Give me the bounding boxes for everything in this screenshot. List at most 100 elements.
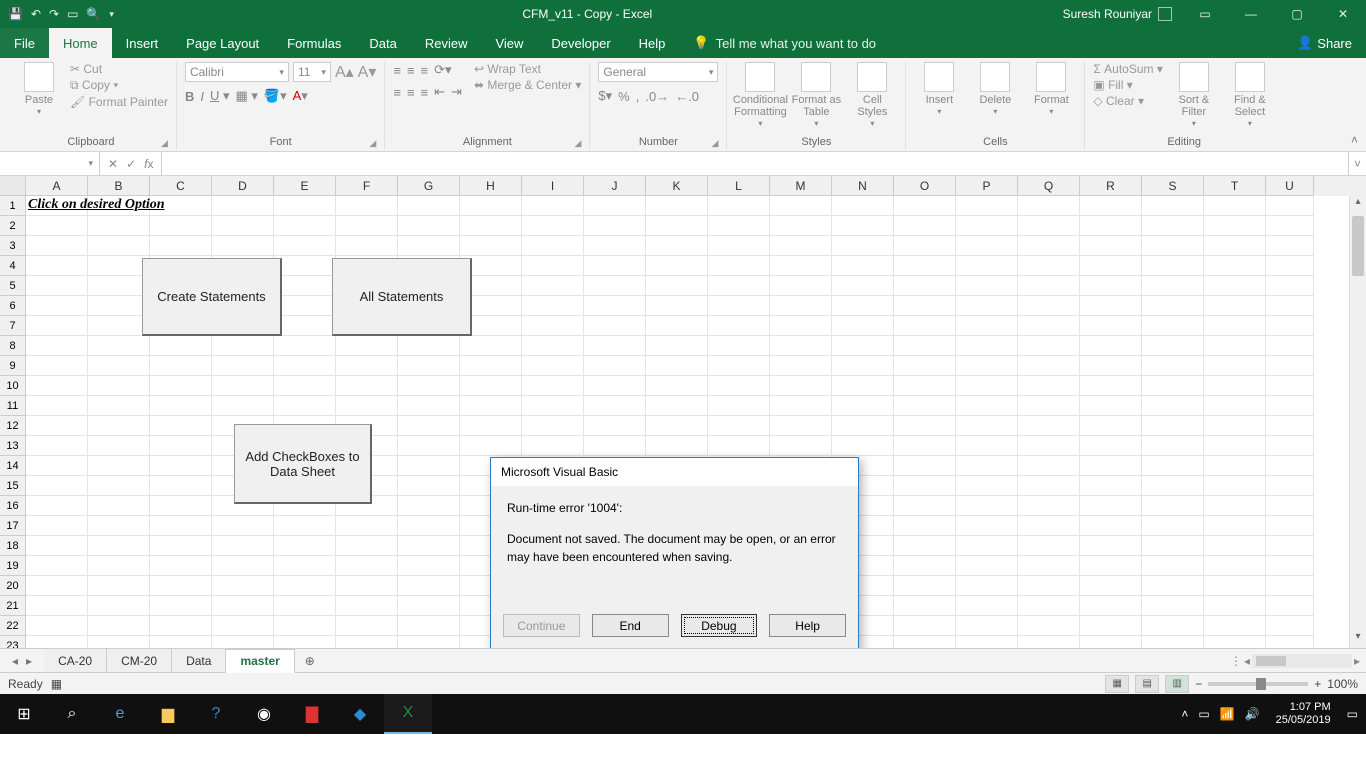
conditional-formatting-button[interactable]: Conditional Formatting▾	[735, 62, 785, 129]
tab-developer[interactable]: Developer	[537, 28, 624, 58]
create-statements-button[interactable]: Create Statements	[142, 258, 282, 336]
edge-icon[interactable]: e	[96, 694, 144, 734]
col-header-R[interactable]: R	[1080, 176, 1142, 196]
row-header-7[interactable]: 7	[0, 316, 26, 336]
col-header-B[interactable]: B	[88, 176, 150, 196]
tab-data[interactable]: Data	[355, 28, 410, 58]
align-right-icon[interactable]: ≡	[421, 85, 429, 100]
font-name-combo[interactable]: Calibri▾	[185, 62, 289, 82]
help-app-icon[interactable]: ?	[192, 694, 240, 734]
currency-icon[interactable]: $▾	[598, 88, 612, 104]
taskbar-clock[interactable]: 1:07 PM 25/05/2019	[1270, 701, 1337, 727]
vertical-scrollbar[interactable]: ▴ ▾	[1349, 196, 1366, 648]
italic-button[interactable]: I	[200, 89, 204, 104]
col-header-A[interactable]: A	[26, 176, 88, 196]
qat-dropdown-icon[interactable]: ▾	[109, 9, 114, 20]
find-select-button[interactable]: Find & Select▾	[1225, 62, 1275, 129]
col-header-G[interactable]: G	[398, 176, 460, 196]
new-sheet-button[interactable]: ⊕	[295, 649, 325, 672]
row-header-14[interactable]: 14	[0, 456, 26, 476]
increase-decimal-icon[interactable]: .0→	[645, 89, 669, 104]
clear-button[interactable]: ◇ Clear ▾	[1093, 94, 1162, 108]
name-box[interactable]: ▾	[0, 152, 100, 175]
scroll-up-icon[interactable]: ▴	[1350, 196, 1366, 213]
row-header-3[interactable]: 3	[0, 236, 26, 256]
col-header-D[interactable]: D	[212, 176, 274, 196]
tab-page-layout[interactable]: Page Layout	[172, 28, 273, 58]
font-color-button[interactable]: A▾	[293, 88, 308, 104]
row-header-19[interactable]: 19	[0, 556, 26, 576]
prev-sheet-icon[interactable]: ◂	[12, 654, 18, 668]
decrease-decimal-icon[interactable]: ←.0	[675, 89, 699, 104]
scroll-thumb[interactable]	[1352, 216, 1364, 276]
dialog-launcher-icon[interactable]: ◢	[369, 138, 376, 149]
sheet-tab-ca20[interactable]: CA-20	[44, 649, 107, 672]
wifi-icon[interactable]: 📶	[1220, 707, 1235, 721]
col-header-S[interactable]: S	[1142, 176, 1204, 196]
action-center-icon[interactable]: ▭	[1347, 707, 1358, 721]
row-header-23[interactable]: 23	[0, 636, 26, 648]
borders-button[interactable]: ▦ ▾	[235, 88, 257, 104]
row-header-10[interactable]: 10	[0, 376, 26, 396]
format-cells-button[interactable]: Format▾	[1026, 62, 1076, 117]
redo-icon[interactable]: ↷	[49, 7, 59, 21]
col-header-J[interactable]: J	[584, 176, 646, 196]
col-header-Q[interactable]: Q	[1018, 176, 1080, 196]
sheet-nav[interactable]: ◂▸	[0, 649, 44, 672]
next-sheet-icon[interactable]: ▸	[26, 654, 32, 668]
increase-indent-icon[interactable]: ⇥	[451, 84, 462, 100]
normal-view-button[interactable]: ▦	[1105, 675, 1129, 693]
col-header-P[interactable]: P	[956, 176, 1018, 196]
file-explorer-icon[interactable]: ▆	[144, 694, 192, 734]
ribbon-options-icon[interactable]: ▭	[1182, 7, 1228, 21]
tab-file[interactable]: File	[0, 28, 49, 58]
row-header-16[interactable]: 16	[0, 496, 26, 516]
tab-help[interactable]: Help	[625, 28, 680, 58]
share-button[interactable]: 👤 Share	[1283, 28, 1366, 58]
start-button[interactable]: ⊞	[0, 694, 48, 734]
number-format-combo[interactable]: General▾	[598, 62, 718, 82]
copy-button[interactable]: ⧉ Copy ▾	[70, 78, 168, 93]
col-header-T[interactable]: T	[1204, 176, 1266, 196]
dialog-launcher-icon[interactable]: ◢	[574, 138, 581, 149]
row-header-4[interactable]: 4	[0, 256, 26, 276]
teamviewer-icon[interactable]: ◆	[336, 694, 384, 734]
cell-styles-button[interactable]: Cell Styles▾	[847, 62, 897, 129]
row-header-17[interactable]: 17	[0, 516, 26, 536]
print-preview-icon[interactable]: 🔍	[86, 7, 101, 21]
hscroll-thumb[interactable]	[1256, 656, 1286, 666]
sheet-tab-data[interactable]: Data	[172, 649, 226, 672]
tab-insert[interactable]: Insert	[112, 28, 173, 58]
touch-mode-icon[interactable]: ▭	[67, 7, 78, 21]
row-header-20[interactable]: 20	[0, 576, 26, 596]
row-header-8[interactable]: 8	[0, 336, 26, 356]
col-header-N[interactable]: N	[832, 176, 894, 196]
sheet-tab-master[interactable]: master	[226, 649, 294, 673]
scroll-down-icon[interactable]: ▾	[1350, 631, 1366, 648]
increase-font-icon[interactable]: A▴	[335, 62, 354, 82]
row-header-22[interactable]: 22	[0, 616, 26, 636]
row-header-21[interactable]: 21	[0, 596, 26, 616]
zoom-slider[interactable]	[1208, 682, 1308, 686]
hscroll-left-icon[interactable]: ◂	[1244, 654, 1250, 668]
add-checkboxes-button[interactable]: Add CheckBoxes to Data Sheet	[234, 424, 372, 504]
row-header-12[interactable]: 12	[0, 416, 26, 436]
format-as-table-button[interactable]: Format as Table▾	[791, 62, 841, 129]
col-header-K[interactable]: K	[646, 176, 708, 196]
percent-icon[interactable]: %	[618, 89, 630, 104]
align-bottom-icon[interactable]: ≡	[421, 63, 429, 78]
dialog-launcher-icon[interactable]: ◢	[161, 138, 168, 149]
tab-home[interactable]: Home	[49, 28, 112, 58]
row-header-2[interactable]: 2	[0, 216, 26, 236]
delete-cells-button[interactable]: Delete▾	[970, 62, 1020, 117]
fill-color-button[interactable]: 🪣▾	[264, 88, 287, 104]
sheet-tab-cm20[interactable]: CM-20	[107, 649, 172, 672]
cancel-icon[interactable]: ✕	[108, 157, 118, 171]
fill-button[interactable]: ▣ Fill ▾	[1093, 78, 1162, 92]
row-header-11[interactable]: 11	[0, 396, 26, 416]
col-header-L[interactable]: L	[708, 176, 770, 196]
format-painter-button[interactable]: 🖌 Format Painter	[70, 95, 168, 109]
enter-icon[interactable]: ✓	[126, 157, 136, 171]
row-header-1[interactable]: 1	[0, 196, 26, 216]
underline-button[interactable]: U ▾	[210, 88, 230, 104]
